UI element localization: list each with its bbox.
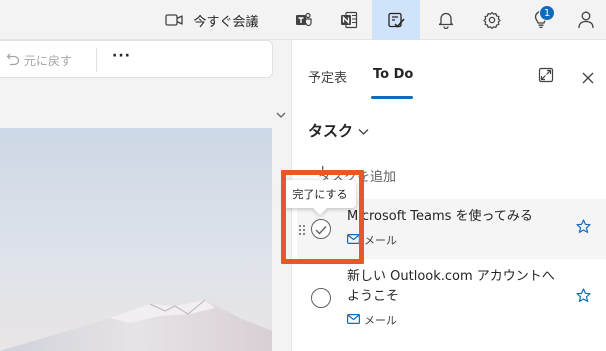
mail-icon bbox=[347, 313, 364, 327]
meet-now-label: 今すぐ会議 bbox=[193, 14, 259, 30]
tab-calendar[interactable]: 予定表 bbox=[308, 67, 347, 86]
star-icon[interactable] bbox=[576, 219, 591, 238]
complete-checkbox[interactable] bbox=[311, 288, 331, 308]
task-title: 新しい Outlook.com アカウントへようこそ bbox=[347, 269, 555, 304]
person-icon bbox=[578, 11, 594, 29]
task-item[interactable]: 新しい Outlook.com アカウントへようこそ メール bbox=[297, 259, 606, 339]
star-icon[interactable] bbox=[576, 288, 591, 307]
settings-button[interactable] bbox=[472, 0, 512, 40]
todo-icon bbox=[387, 11, 405, 29]
notifications-button[interactable] bbox=[426, 0, 466, 40]
video-camera-icon bbox=[165, 13, 184, 27]
gear-icon bbox=[483, 11, 501, 29]
active-tab-indicator bbox=[371, 96, 413, 99]
account-button[interactable] bbox=[568, 0, 604, 40]
undo-button[interactable]: 元に戻す bbox=[6, 41, 72, 79]
task-title: Microsoft Teams を使ってみる bbox=[347, 209, 533, 224]
background-photo bbox=[0, 128, 272, 351]
undo-label: 元に戻す bbox=[24, 53, 73, 68]
notification-badge: 1 bbox=[539, 5, 555, 21]
task-source-label: メール bbox=[364, 234, 397, 247]
pop-out-icon[interactable] bbox=[538, 67, 554, 87]
chevron-down-icon bbox=[353, 122, 369, 140]
more-options-button[interactable]: ··· bbox=[112, 48, 131, 72]
tab-todo[interactable]: To Do bbox=[373, 67, 413, 82]
close-icon[interactable] bbox=[582, 69, 594, 88]
task-list-title[interactable]: タスク bbox=[308, 120, 369, 141]
section-title-label: タスク bbox=[308, 122, 354, 140]
bell-icon bbox=[438, 11, 454, 29]
toolbar-divider bbox=[96, 48, 97, 72]
annotation-highlight-box bbox=[281, 170, 364, 264]
top-bar: 今すぐ会議 bbox=[0, 0, 606, 40]
teams-icon bbox=[295, 12, 313, 28]
meet-now-button[interactable]: 今すぐ会議 bbox=[156, 0, 268, 40]
task-source-label: メール bbox=[364, 314, 397, 327]
onenote-icon bbox=[340, 11, 358, 29]
chevron-down-icon[interactable] bbox=[276, 104, 286, 123]
onenote-button[interactable] bbox=[331, 0, 367, 40]
undo-icon bbox=[6, 52, 24, 69]
teams-button[interactable] bbox=[286, 0, 322, 40]
task-source: メール bbox=[347, 312, 397, 328]
todo-button[interactable] bbox=[372, 0, 420, 40]
command-bar: 元に戻す ··· bbox=[0, 40, 273, 78]
